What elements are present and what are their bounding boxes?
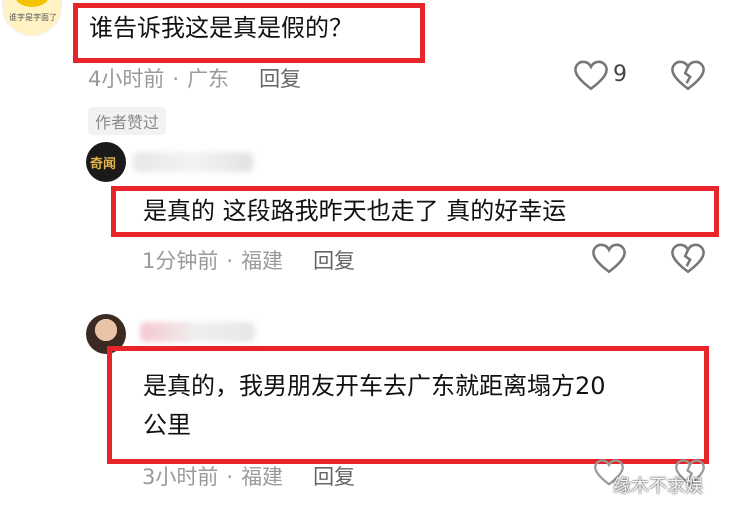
reply-button[interactable]: 回复 xyxy=(259,67,301,91)
watermark: 缘木不求娱 xyxy=(613,476,703,497)
username-blurred[interactable] xyxy=(140,322,255,342)
avatar-caption: 谁字是字面了 xyxy=(9,13,57,22)
comment-text: 是真的 这段路我昨天也走了 真的好幸运 xyxy=(143,197,567,225)
separator: · xyxy=(226,465,234,489)
separator: · xyxy=(172,67,180,91)
comment-location: 广东 xyxy=(187,67,230,91)
heart-icon[interactable] xyxy=(592,243,626,275)
comment-time: 4小时前 xyxy=(88,67,165,91)
duck-avatar-icon xyxy=(15,0,49,7)
comment-text: 谁告诉我这是真是假的？ xyxy=(89,14,353,42)
dislike-icon[interactable] xyxy=(671,60,705,92)
separator: · xyxy=(226,249,234,273)
dislike-icon[interactable] xyxy=(671,243,705,275)
comment-meta: 4小时前 · 广东 回复 xyxy=(88,63,301,93)
avatar[interactable]: 谁字是字面了 xyxy=(2,0,62,36)
author-liked-badge: 作者赞过 xyxy=(88,107,167,135)
username-blurred[interactable] xyxy=(133,152,253,172)
comment-text: 是真的，我男朋友开车去广东就距离塌方20 xyxy=(143,372,606,400)
reply-button[interactable]: 回复 xyxy=(313,465,355,489)
comment-location: 福建 xyxy=(241,249,284,273)
avatar-caption: 奇闻 xyxy=(90,157,117,172)
reply-button[interactable]: 回复 xyxy=(313,249,355,273)
highlight-box xyxy=(107,346,709,464)
heart-icon[interactable] xyxy=(574,60,608,92)
comment-text-line-2: 公里 xyxy=(143,411,191,439)
like-count: 9 xyxy=(613,62,627,87)
comment-meta: 1分钟前 · 福建 回复 xyxy=(142,245,355,275)
comment-meta: 3小时前 · 福建 回复 xyxy=(142,461,355,491)
comment-location: 福建 xyxy=(241,465,284,489)
comment-time: 1分钟前 xyxy=(142,249,219,273)
avatar[interactable]: 奇闻 xyxy=(86,142,126,182)
comment-time: 3小时前 xyxy=(142,465,219,489)
